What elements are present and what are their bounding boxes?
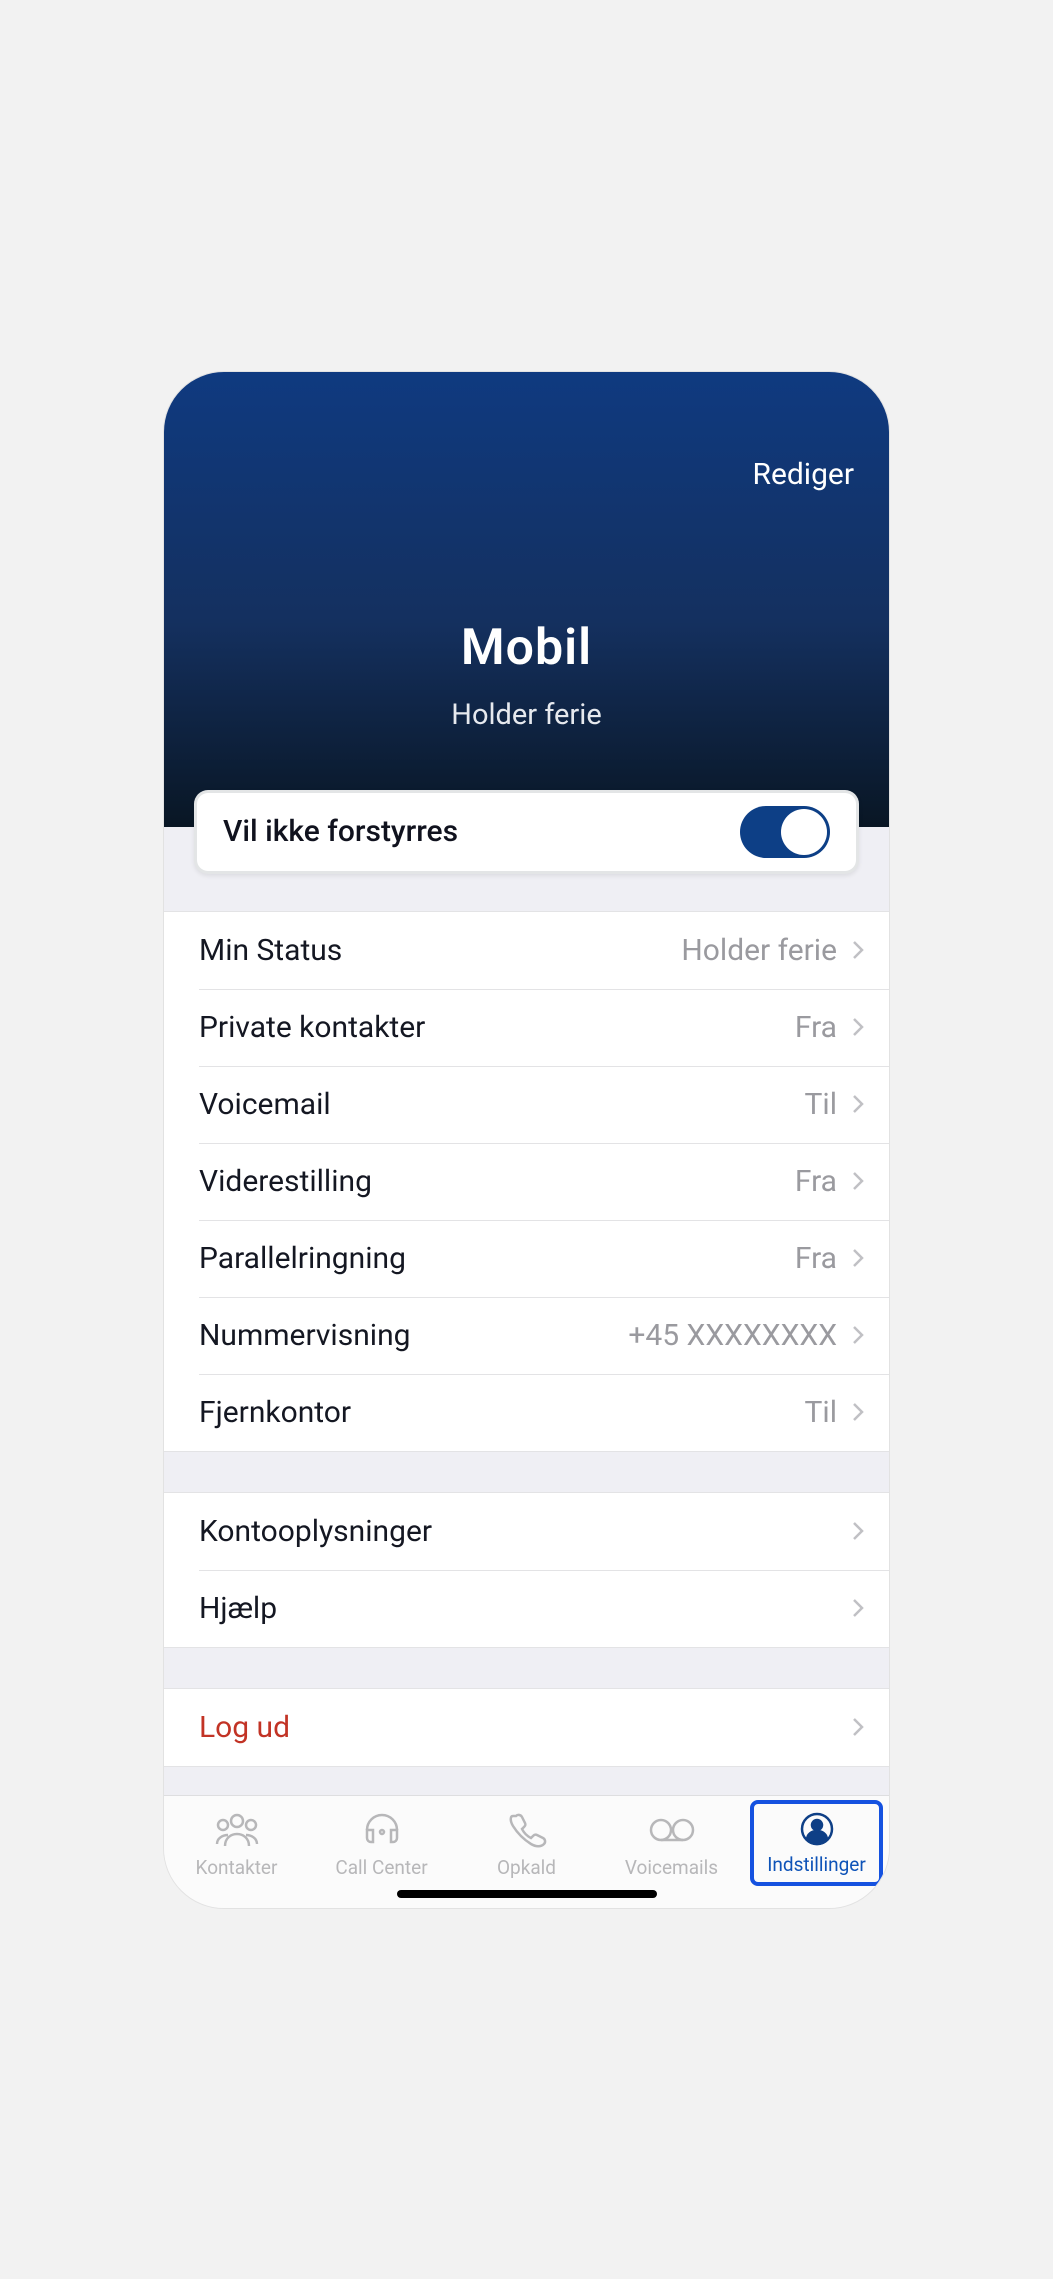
settings-profile-icon xyxy=(792,1809,842,1849)
edit-button[interactable]: Rediger xyxy=(752,457,854,492)
toggle-knob xyxy=(781,809,827,855)
settings-group-main: Min Status Holder ferie Private kontakte… xyxy=(164,911,889,1452)
row-label: Private kontakter xyxy=(199,1010,795,1045)
header: Rediger Mobil Holder ferie xyxy=(164,372,889,827)
home-indicator xyxy=(397,1890,657,1898)
phone-icon xyxy=(502,1810,552,1850)
row-logout[interactable]: Log ud xyxy=(164,1689,889,1766)
row-label: Voicemail xyxy=(199,1087,805,1122)
row-value: Fra xyxy=(795,1164,837,1199)
chevron-right-icon xyxy=(847,1597,869,1619)
row-label: Hjælp xyxy=(199,1591,847,1626)
row-voicemail[interactable]: Voicemail Til xyxy=(164,1066,889,1143)
call-center-icon xyxy=(357,1810,407,1850)
tab-opkald[interactable]: Opkald xyxy=(454,1810,599,1879)
chevron-right-icon xyxy=(847,1716,869,1738)
row-viderestilling[interactable]: Viderestilling Fra xyxy=(164,1143,889,1220)
tab-label: Opkald xyxy=(497,1856,556,1879)
tab-voicemails[interactable]: Voicemails xyxy=(599,1810,744,1879)
page-title: Mobil xyxy=(164,619,889,677)
row-hjaelp[interactable]: Hjælp xyxy=(164,1570,889,1647)
row-value: Til xyxy=(805,1395,838,1430)
dnd-card: Vil ikke forstyrres xyxy=(194,790,859,874)
row-parallelringning[interactable]: Parallelringning Fra xyxy=(164,1220,889,1297)
dnd-toggle[interactable] xyxy=(740,806,830,858)
tab-label: Voicemails xyxy=(625,1856,718,1879)
device-frame: Rediger Mobil Holder ferie Vil ikke fors… xyxy=(164,372,889,1908)
tab-label: Call Center xyxy=(335,1856,427,1879)
row-nummervisning[interactable]: Nummervisning +45 XXXXXXXX xyxy=(164,1297,889,1374)
settings-group-secondary: Kontooplysninger Hjælp xyxy=(164,1492,889,1648)
row-value: Fra xyxy=(795,1010,837,1045)
voicemail-icon xyxy=(647,1810,697,1850)
row-value: +45 XXXXXXXX xyxy=(628,1318,837,1353)
row-value: Holder ferie xyxy=(681,933,837,968)
chevron-right-icon xyxy=(847,1324,869,1346)
row-value: Til xyxy=(805,1087,838,1122)
row-label: Fjernkontor xyxy=(199,1395,805,1430)
row-min-status[interactable]: Min Status Holder ferie xyxy=(164,912,889,989)
dnd-label: Vil ikke forstyrres xyxy=(223,814,458,849)
chevron-right-icon xyxy=(847,1016,869,1038)
tab-call-center[interactable]: Call Center xyxy=(309,1810,454,1879)
chevron-right-icon xyxy=(847,1247,869,1269)
row-label: Log ud xyxy=(199,1710,847,1745)
contacts-icon xyxy=(212,1810,262,1850)
tab-indstillinger[interactable]: Indstillinger xyxy=(744,1810,889,1886)
chevron-right-icon xyxy=(847,1170,869,1192)
settings-group-logout: Log ud xyxy=(164,1688,889,1767)
tab-kontakter[interactable]: Kontakter xyxy=(164,1810,309,1879)
row-kontooplysninger[interactable]: Kontooplysninger xyxy=(164,1493,889,1570)
page-subtitle: Holder ferie xyxy=(164,698,889,732)
row-label: Viderestilling xyxy=(199,1164,795,1199)
chevron-right-icon xyxy=(847,1401,869,1423)
tab-label: Indstillinger xyxy=(767,1853,866,1876)
chevron-right-icon xyxy=(847,939,869,961)
tab-label: Kontakter xyxy=(196,1856,278,1879)
chevron-right-icon xyxy=(847,1093,869,1115)
row-label: Parallelringning xyxy=(199,1241,795,1276)
row-label: Min Status xyxy=(199,933,681,968)
chevron-right-icon xyxy=(847,1520,869,1542)
content: Min Status Holder ferie Private kontakte… xyxy=(164,827,889,1795)
row-value: Fra xyxy=(795,1241,837,1276)
row-fjernkontor[interactable]: Fjernkontor Til xyxy=(164,1374,889,1451)
row-label: Nummervisning xyxy=(199,1318,628,1353)
row-private-kontakter[interactable]: Private kontakter Fra xyxy=(164,989,889,1066)
row-label: Kontooplysninger xyxy=(199,1514,847,1549)
